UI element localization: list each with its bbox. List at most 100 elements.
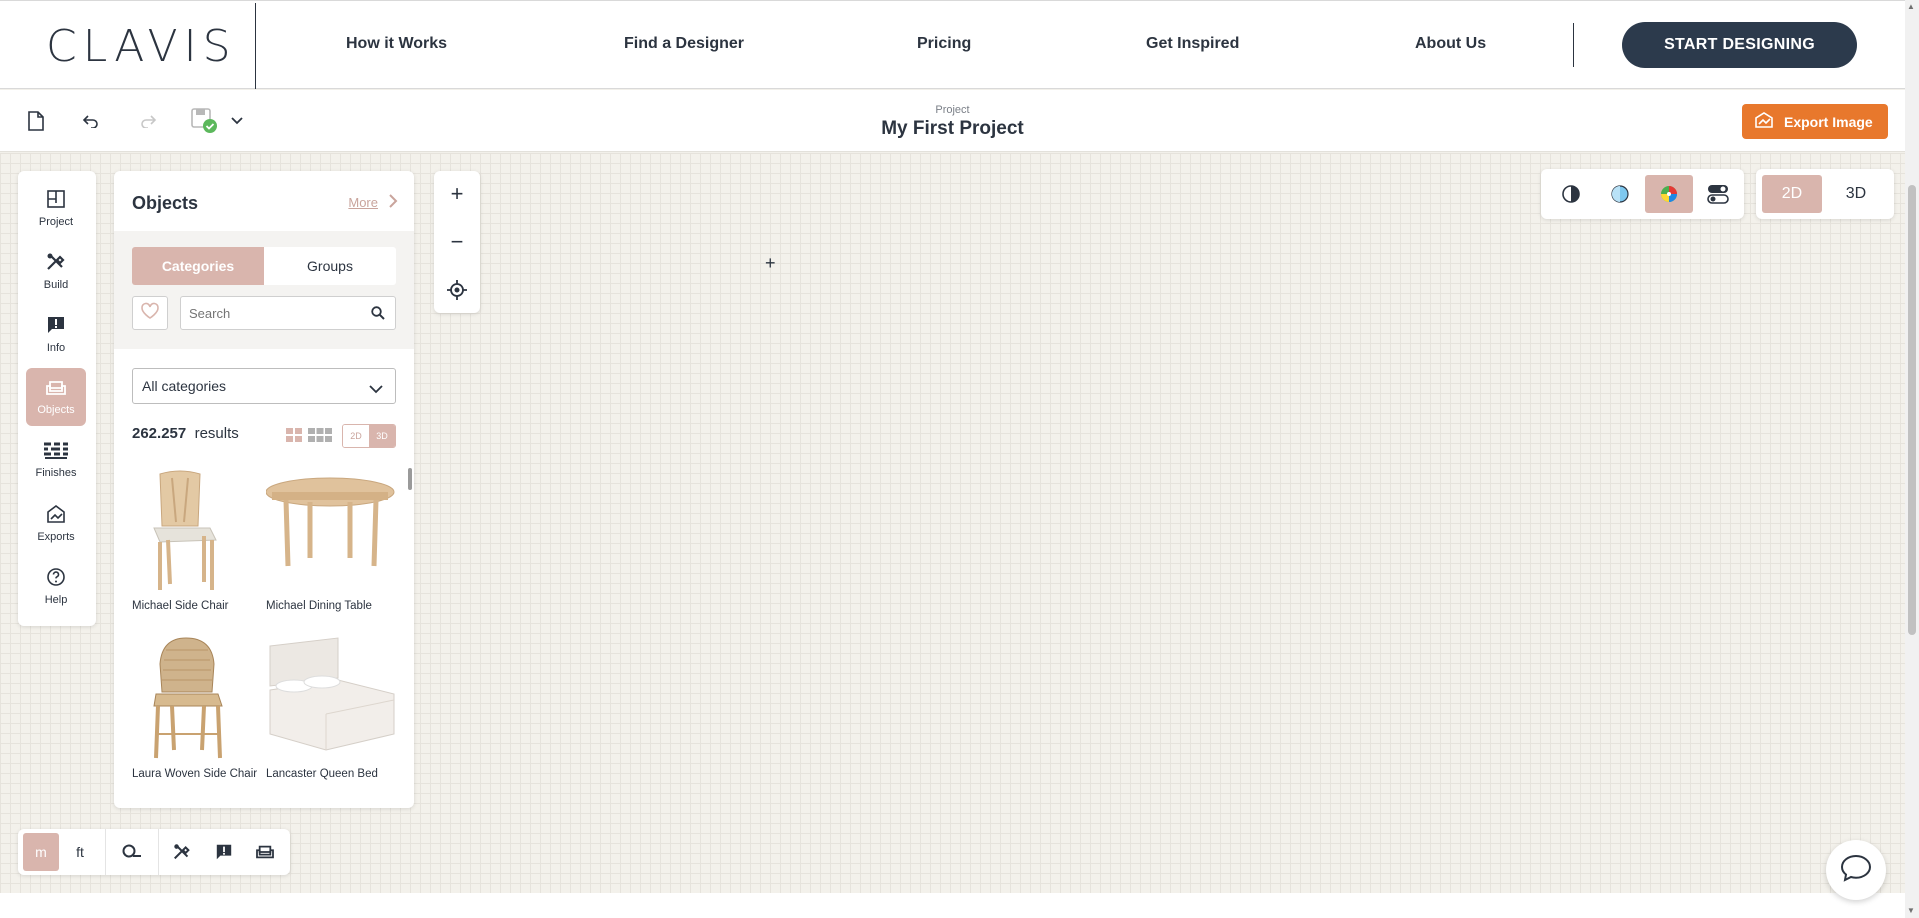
chair-thumbnail [132, 466, 262, 594]
blueprint-mode-icon[interactable] [1596, 175, 1644, 213]
toolbar-divider [158, 829, 159, 875]
bed-thumbnail [266, 634, 396, 762]
thumbnail-3d-button[interactable]: 3D [369, 425, 395, 447]
object-name: Michael Dining Table [266, 600, 372, 612]
sidebar-item-label: Objects [37, 403, 75, 416]
export-image-button[interactable]: Export Image [1742, 104, 1888, 139]
heart-icon [140, 302, 160, 325]
sofa-icon[interactable] [247, 833, 283, 871]
sidebar-item-label: Exports [37, 530, 75, 543]
search-field [180, 296, 396, 330]
large-grid-icon[interactable] [286, 428, 302, 447]
objects-panel: Objects More Categories Groups All categ… [114, 171, 414, 808]
clavis-logo[interactable]: CLAVIS [46, 21, 237, 72]
panel-title: Objects [132, 193, 199, 213]
start-designing-button[interactable]: START DESIGNING [1622, 22, 1857, 68]
tab-categories[interactable]: Categories [132, 247, 264, 285]
page-bottom-strip [0, 893, 1905, 918]
nav-pricing[interactable]: Pricing [917, 35, 971, 53]
bottom-toolbar: m ft [18, 829, 290, 875]
sidebar-item-finishes[interactable]: Finishes [26, 431, 86, 489]
object-card-laura-woven-side-chair[interactable]: Laura Woven Side Chair [132, 634, 262, 781]
favorites-button[interactable] [132, 296, 168, 330]
measure-tool-icon[interactable] [114, 833, 150, 871]
sidebar-item-exports[interactable]: Exports [26, 494, 86, 552]
export-image-label: Export Image [1784, 113, 1873, 130]
info-comment-icon[interactable] [206, 833, 242, 871]
logo-divider [255, 3, 256, 89]
zoom-out-minus-icon[interactable]: − [434, 219, 480, 265]
crosshair-cursor-icon: + [765, 253, 776, 273]
sidebar-item-project[interactable]: Project [26, 179, 86, 237]
category-group-toggle: Categories Groups [132, 247, 396, 285]
contrast-mode-icon[interactable] [1547, 175, 1595, 213]
category-select[interactable]: All categories [132, 368, 396, 404]
object-card-lancaster-queen-bed[interactable]: Lancaster Queen Bed [266, 634, 396, 781]
unit-meters-button[interactable]: m [23, 833, 59, 871]
settings-toggle-icon[interactable] [1694, 175, 1742, 213]
scroll-down-arrow-icon[interactable]: ▼ [1907, 906, 1915, 915]
help-icon [46, 567, 66, 590]
info-comment-icon [46, 315, 66, 338]
nav-about-us[interactable]: About Us [1415, 35, 1486, 53]
results-label: results [194, 425, 239, 442]
thumbnail-2d-button[interactable]: 2D [343, 425, 369, 447]
export-icon [1754, 111, 1774, 132]
nav-divider [1573, 23, 1574, 67]
thumbnail-2d-3d-toggle: 2D 3D [342, 424, 396, 448]
nav-find-a-designer[interactable]: Find a Designer [624, 35, 744, 53]
chevron-right-icon[interactable] [388, 193, 398, 214]
sidebar-item-help[interactable]: Help [26, 557, 86, 615]
view-2d-button[interactable]: 2D [1762, 175, 1822, 213]
sidebar-item-info[interactable]: Info [26, 305, 86, 363]
chat-button[interactable] [1826, 840, 1886, 900]
object-name: Michael Side Chair [132, 600, 229, 612]
unit-feet-button[interactable]: ft [63, 833, 97, 871]
panel-header: Objects More [114, 171, 414, 231]
tab-groups[interactable]: Groups [264, 247, 396, 285]
zoom-controls: + − [434, 171, 480, 313]
search-input[interactable] [181, 297, 361, 329]
left-sidebar: Project Build Info Objects Finishes Expo… [18, 171, 96, 626]
window-scrollbar-thumb[interactable] [1908, 185, 1916, 635]
build-tools-icon[interactable] [164, 833, 200, 871]
sidebar-item-label: Help [44, 593, 68, 606]
object-card-michael-dining-table[interactable]: Michael Dining Table [265, 466, 396, 613]
results-count: 262.257 results [132, 425, 239, 442]
results-number: 262.257 [132, 425, 187, 442]
tools-icon [45, 252, 67, 275]
sidebar-item-objects[interactable]: Objects [26, 368, 86, 426]
floorplan-icon [46, 189, 66, 212]
top-navigation: CLAVIS How it Works Find a Designer Pric… [0, 0, 1905, 89]
editor-toolbar: Project My First Project Export Image [0, 90, 1905, 152]
sofa-icon [45, 379, 67, 400]
sidebar-item-label: Finishes [35, 466, 77, 479]
export-icon [46, 504, 66, 527]
nav-get-inspired[interactable]: Get Inspired [1146, 35, 1239, 53]
sidebar-item-build[interactable]: Build [26, 242, 86, 300]
nav-how-it-works[interactable]: How it Works [346, 35, 447, 53]
scroll-up-arrow-icon[interactable]: ▲ [1907, 2, 1915, 11]
recenter-target-icon[interactable] [434, 267, 480, 313]
view-dimension-switch: 2D 3D [1756, 169, 1894, 219]
panel-scrollbar[interactable] [408, 468, 412, 490]
sidebar-item-label: Info [46, 341, 66, 354]
search-icon[interactable] [371, 306, 385, 325]
color-mode-icon[interactable] [1645, 175, 1693, 213]
small-grid-icon[interactable] [308, 428, 332, 447]
category-select-value: All categories [142, 378, 227, 394]
project-label: Project [935, 104, 970, 116]
view-3d-button[interactable]: 3D [1826, 175, 1886, 213]
project-title[interactable]: My First Project [0, 118, 1905, 140]
toolbar-divider [105, 829, 106, 875]
sidebar-item-label: Project [38, 215, 74, 228]
chevron-down-icon [369, 381, 383, 397]
sidebar-item-label: Build [43, 278, 69, 291]
object-card-michael-side-chair[interactable]: Michael Side Chair [132, 466, 262, 613]
zoom-in-plus-icon[interactable]: + [434, 171, 480, 217]
bricks-icon [43, 442, 69, 463]
object-name: Lancaster Queen Bed [266, 768, 378, 780]
woven-chair-thumbnail [132, 634, 262, 762]
chat-bubble-icon [1839, 853, 1873, 888]
more-link[interactable]: More [348, 195, 378, 210]
